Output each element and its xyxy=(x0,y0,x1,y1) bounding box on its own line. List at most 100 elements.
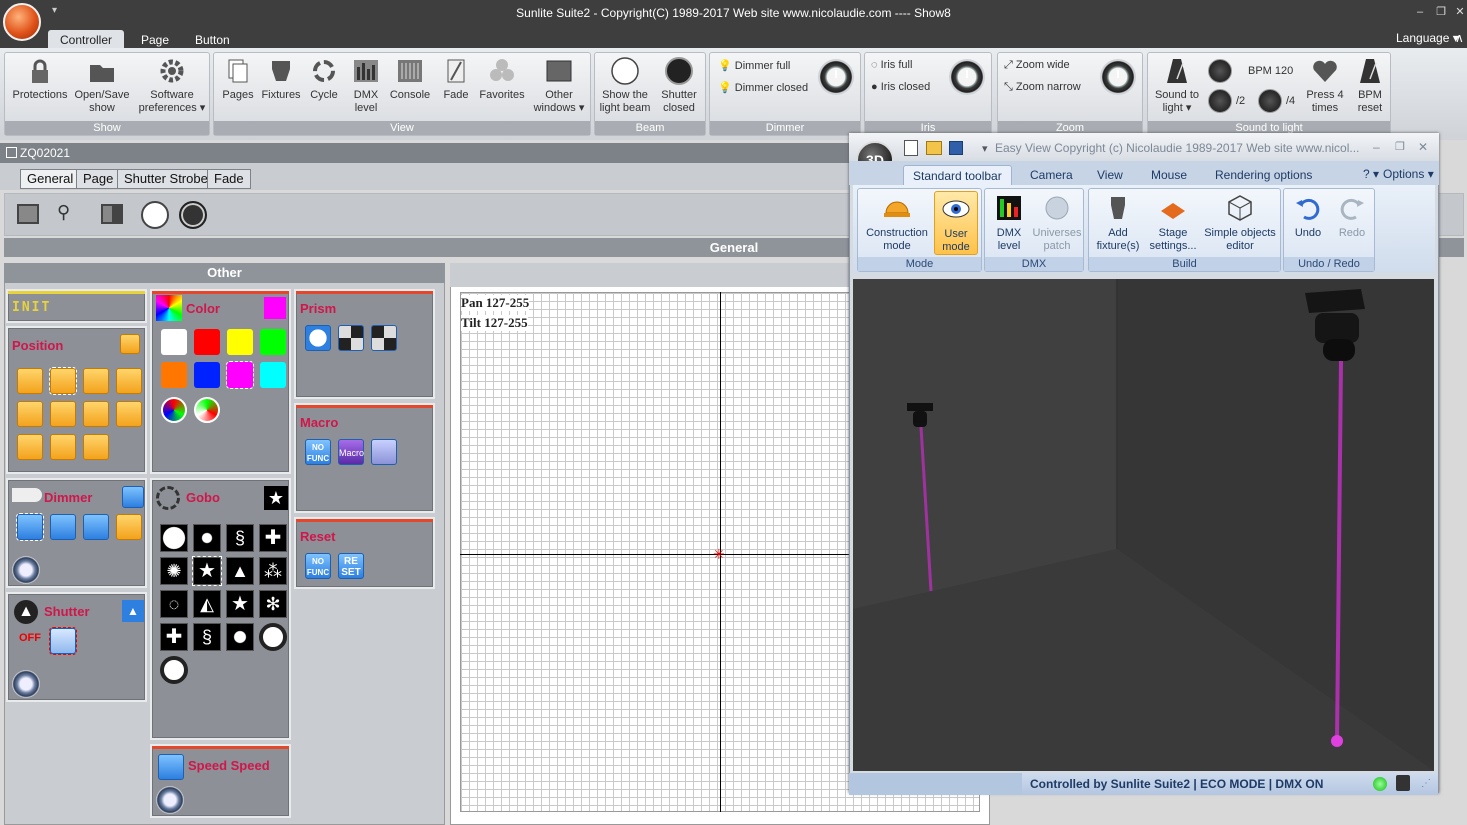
ev-maximize-icon[interactable]: ❐ xyxy=(1395,140,1405,153)
zoom-wide-button[interactable]: ⤢ Zoom wide xyxy=(1004,59,1070,72)
sound-to-light-button[interactable]: Sound to light ▾ xyxy=(1150,57,1204,115)
fade-button[interactable]: Fade xyxy=(436,57,476,102)
show-light-beam-button[interactable]: Show the light beam xyxy=(597,57,653,115)
tab-camera[interactable]: Camera xyxy=(1021,165,1082,185)
spiral-move-button[interactable] xyxy=(83,368,109,394)
gobo-open[interactable] xyxy=(160,524,188,552)
app-menu-orb[interactable] xyxy=(3,3,41,41)
save-icon[interactable] xyxy=(949,141,963,155)
macro-sound-icon[interactable] xyxy=(371,439,397,465)
open-folder-icon[interactable] xyxy=(926,141,942,155)
stage-settings-button[interactable]: Stage settings... xyxy=(1145,193,1201,253)
tab-shutter-strobe[interactable]: Shutter Strobe xyxy=(117,169,215,189)
circle-move-button[interactable] xyxy=(17,368,43,394)
software-preferences-button[interactable]: Software preferences ▾ xyxy=(135,57,209,115)
resize-grip-icon[interactable]: ⋰ xyxy=(1421,778,1431,789)
dimmer-closed-button[interactable]: 💡 Dimmer closed xyxy=(718,81,808,94)
simple-objects-editor-button[interactable]: Simple objects editor xyxy=(1201,193,1279,253)
init-box[interactable]: INIT xyxy=(6,289,147,323)
layout-icon[interactable] xyxy=(101,204,123,224)
shutter-closed-button[interactable]: Shutter closed xyxy=(653,57,705,115)
color-chip-yellow[interactable] xyxy=(227,329,253,355)
tab-fade[interactable]: Fade xyxy=(207,169,251,189)
div4-knob[interactable] xyxy=(1258,89,1282,113)
maximize-icon[interactable]: ❐ xyxy=(1434,5,1448,19)
iris-full-button[interactable]: ◌ Iris full xyxy=(871,59,912,71)
color-rainbow-icon[interactable] xyxy=(161,397,187,423)
favorites-button[interactable]: Favorites xyxy=(476,57,528,102)
gobo-star[interactable]: ★ xyxy=(192,556,222,586)
search-icon[interactable]: ⚲ xyxy=(57,202,70,223)
tilt-double-move-button[interactable] xyxy=(50,434,76,460)
gobo-rotate-icon[interactable] xyxy=(259,623,287,651)
tab-view[interactable]: View xyxy=(1088,165,1132,185)
gobo-shard[interactable]: ◭ xyxy=(193,590,221,618)
gobo-cross-2[interactable]: ✚ xyxy=(160,623,188,651)
dimmer-knob[interactable] xyxy=(12,556,40,584)
gobo-flower-2[interactable]: ✻ xyxy=(259,590,287,618)
gobo-flower[interactable]: ✺ xyxy=(160,557,188,585)
tab-page[interactable]: Page xyxy=(129,30,181,50)
center-move-button[interactable] xyxy=(49,367,77,395)
zoom-narrow-button[interactable]: ⤡ Zoom narrow xyxy=(1004,81,1081,94)
minimize-icon[interactable]: – xyxy=(1413,5,1427,19)
color-chip-blue[interactable] xyxy=(194,362,220,388)
prism-open-button[interactable] xyxy=(305,325,331,351)
screen-icon[interactable] xyxy=(17,204,39,224)
wave-move-button[interactable] xyxy=(17,401,43,427)
options-menu[interactable]: Options ▾ xyxy=(1383,167,1434,181)
dimmer-pulse-preset[interactable] xyxy=(83,514,109,540)
color-chip-green[interactable] xyxy=(260,329,286,355)
color-chip-white[interactable] xyxy=(161,329,187,355)
gobo-wave[interactable]: § xyxy=(226,524,254,552)
ev-close-icon[interactable]: ✕ xyxy=(1418,140,1428,154)
tab-page-sub[interactable]: Page xyxy=(76,169,121,189)
prism-3-button[interactable] xyxy=(338,325,364,351)
gobo-dot[interactable] xyxy=(193,524,221,552)
ev-minimize-icon[interactable]: – xyxy=(1373,140,1380,154)
open-save-button[interactable]: Open/Save show xyxy=(71,57,133,115)
open-beam-icon[interactable] xyxy=(141,201,169,229)
ribbon-collapse-icon[interactable]: ∧ xyxy=(1455,31,1464,45)
speed-knob[interactable] xyxy=(156,786,184,814)
dimmer-icon[interactable] xyxy=(122,486,144,508)
bpm-knob-1[interactable] xyxy=(1208,59,1232,83)
pan-move-button[interactable] xyxy=(83,401,109,427)
dimmer-full-button[interactable]: 💡 Dimmer full xyxy=(718,59,790,72)
new-file-icon[interactable] xyxy=(904,140,918,156)
dmx-level-ev-button[interactable]: DMX level xyxy=(987,193,1031,253)
tab-general[interactable]: General xyxy=(20,169,81,189)
tab-rendering-options[interactable]: Rendering options xyxy=(1206,165,1321,185)
gobo-cross[interactable]: ✚ xyxy=(259,524,287,552)
color-chip-red[interactable] xyxy=(194,329,220,355)
s-move-button[interactable] xyxy=(116,368,142,394)
closed-beam-icon[interactable] xyxy=(179,201,207,229)
help-button[interactable]: ? ▾ xyxy=(1363,167,1379,181)
tab-controller[interactable]: Controller xyxy=(48,30,125,50)
eight-move-button[interactable] xyxy=(50,401,76,427)
iris-closed-button[interactable]: ● Iris closed xyxy=(871,81,930,93)
3d-viewport[interactable] xyxy=(853,279,1434,771)
reset-button[interactable]: RE SET xyxy=(338,553,364,579)
zoom-knob[interactable] xyxy=(1100,59,1136,95)
bpm-reset-button[interactable]: BPM reset xyxy=(1350,57,1390,115)
fixtures-button[interactable]: Fixtures xyxy=(258,57,304,102)
other-windows-button[interactable]: Other windows ▾ xyxy=(530,57,588,115)
prism-rotate-button[interactable] xyxy=(371,325,397,351)
gobo-dotted-circle[interactable]: ◌ xyxy=(160,590,188,618)
pan-tilt-cursor[interactable]: ✳ xyxy=(713,547,725,561)
press-4-times-button[interactable]: Press 4 times xyxy=(1302,57,1348,115)
console-button[interactable]: Console xyxy=(388,57,432,102)
random-move-button[interactable] xyxy=(83,434,109,460)
dimmer-knob[interactable] xyxy=(818,59,854,95)
gobo-dot-2[interactable] xyxy=(226,623,254,651)
redo-button[interactable]: Redo xyxy=(1330,193,1374,240)
language-menu[interactable]: Language ▾ xyxy=(1396,31,1459,45)
add-fixtures-button[interactable]: Add fixture(s) xyxy=(1091,193,1145,253)
iris-knob[interactable] xyxy=(949,59,985,95)
tab-mouse[interactable]: Mouse xyxy=(1142,165,1196,185)
tab-button[interactable]: Button xyxy=(183,30,242,50)
shutter-strobe-button[interactable] xyxy=(49,627,77,655)
macro-button[interactable]: Macro xyxy=(338,439,364,465)
gobo-ring-dots[interactable]: ⁂ xyxy=(259,557,287,585)
